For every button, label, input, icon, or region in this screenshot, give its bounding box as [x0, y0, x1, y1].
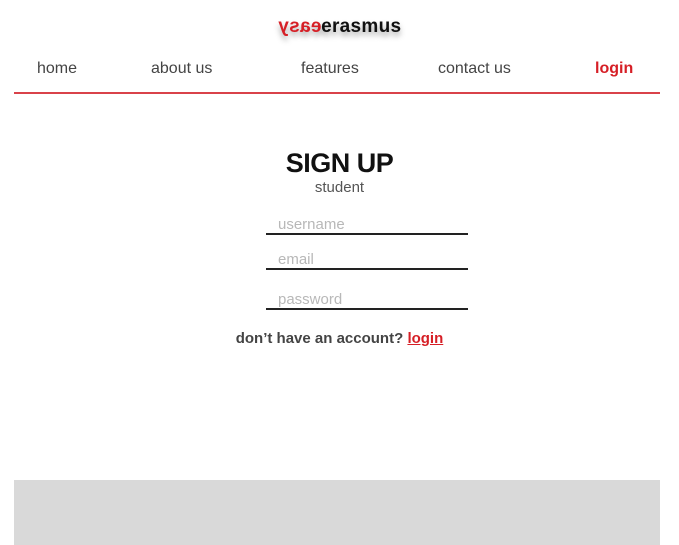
- nav-login[interactable]: login: [595, 60, 633, 78]
- nav-features[interactable]: features: [301, 60, 359, 78]
- nav-about[interactable]: about us: [151, 60, 212, 78]
- footer: [14, 480, 660, 545]
- brand-logo[interactable]: easyerasmus: [0, 16, 679, 38]
- password-field[interactable]: [266, 290, 468, 310]
- email-field[interactable]: [266, 250, 468, 270]
- nav-home[interactable]: home: [37, 60, 77, 78]
- login-link[interactable]: login: [407, 330, 443, 347]
- logo-erasmus: erasmus: [321, 16, 402, 37]
- page-title: SIGN UP: [285, 148, 394, 178]
- account-prompt-text: don’t have an account?: [235, 330, 404, 347]
- logo-easy: easy: [277, 16, 322, 37]
- nav-contact[interactable]: contact us: [438, 60, 511, 78]
- main-nav: home about us features contact us login: [14, 58, 660, 94]
- username-field[interactable]: [266, 215, 468, 235]
- page-subtitle: student: [314, 179, 365, 196]
- account-prompt: don’t have an account? login: [0, 330, 679, 347]
